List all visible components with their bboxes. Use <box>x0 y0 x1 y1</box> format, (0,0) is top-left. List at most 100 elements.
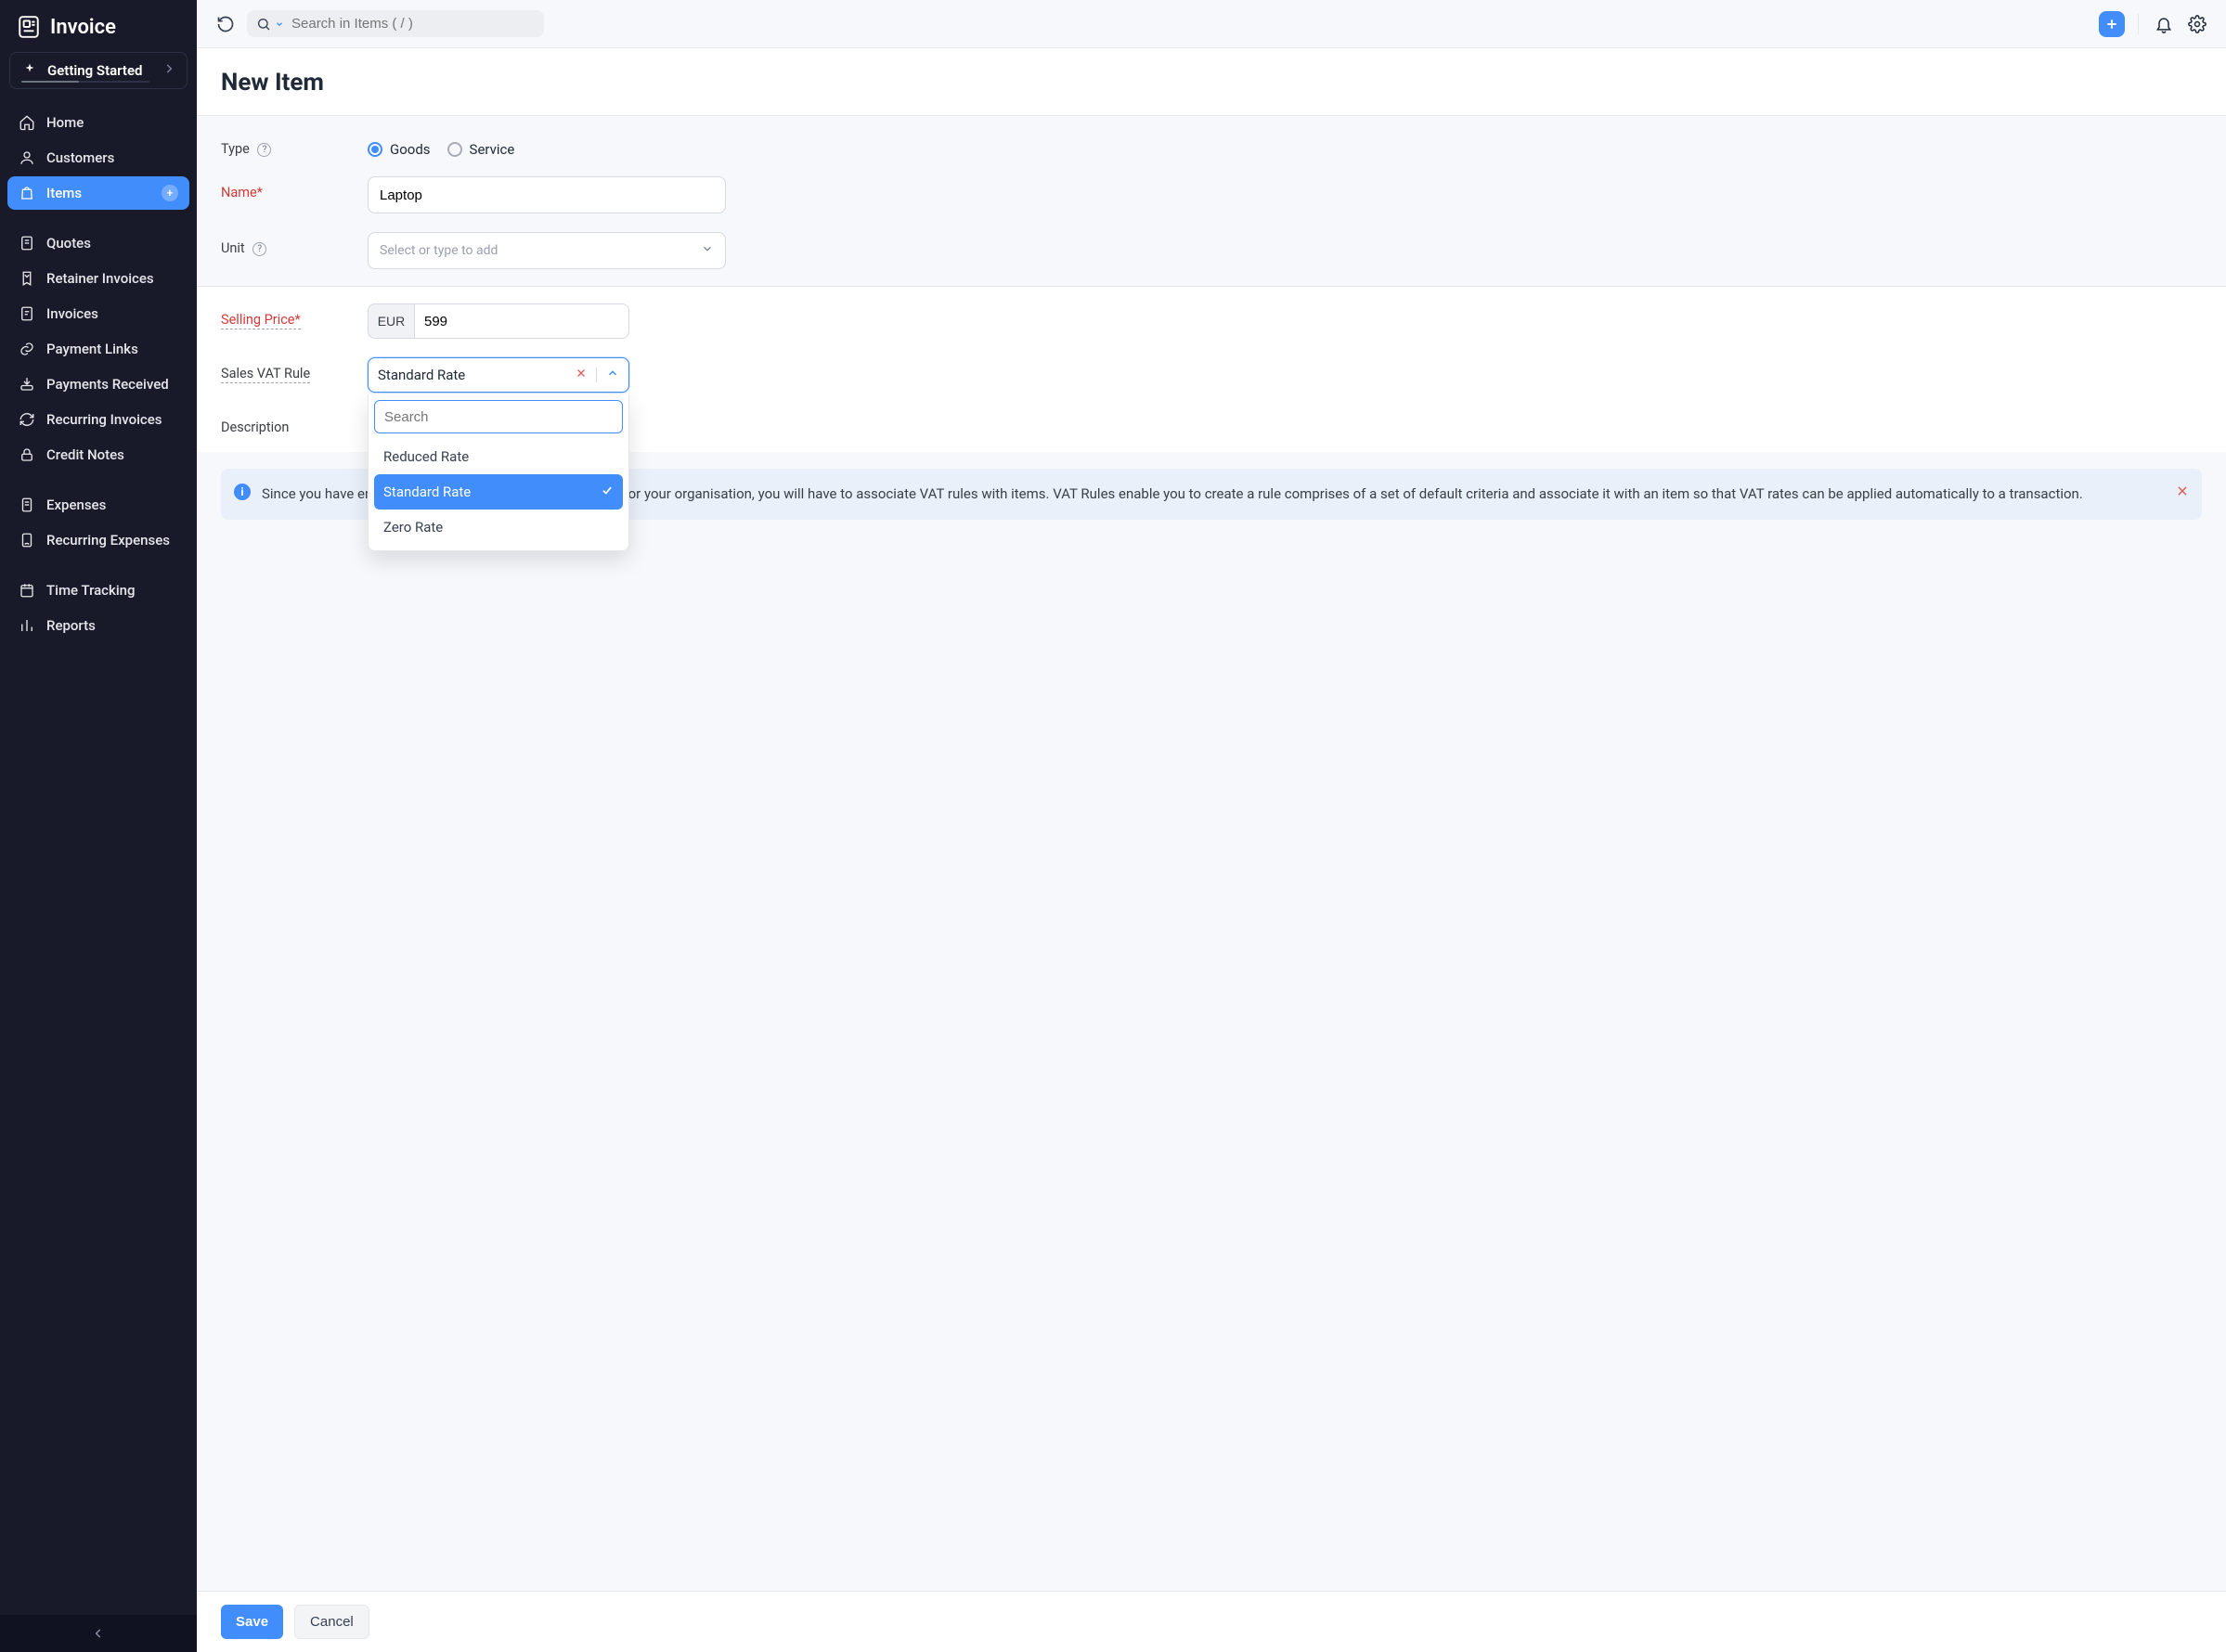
vat-option-reduced[interactable]: Reduced Rate <box>374 439 623 474</box>
sidebar-item-customers[interactable]: Customers <box>7 141 189 174</box>
getting-started-label: Getting Started <box>47 62 142 79</box>
sidebar-item-label: Items <box>46 185 82 201</box>
sidebar-item-label: Recurring Invoices <box>46 411 162 428</box>
document-icon <box>19 235 35 252</box>
type-label: Type <box>221 141 250 157</box>
sidebar: Invoice Getting Started Home Customers I… <box>0 0 197 1652</box>
gear-icon <box>2188 15 2207 33</box>
bell-icon <box>2155 15 2173 33</box>
type-goods-radio[interactable]: Goods <box>368 141 431 158</box>
help-icon[interactable]: ? <box>252 242 266 256</box>
bag-icon <box>19 185 35 201</box>
link-icon <box>19 341 35 357</box>
sidebar-item-reports[interactable]: Reports <box>7 609 189 642</box>
sidebar-item-label: Expenses <box>46 497 106 513</box>
sidebar-item-label: Quotes <box>46 235 91 252</box>
retainer-icon <box>19 270 35 287</box>
refresh-button[interactable] <box>214 12 238 36</box>
unit-label: Unit <box>221 240 245 256</box>
close-icon <box>2176 484 2189 497</box>
unit-placeholder: Select or type to add <box>380 243 498 258</box>
sidebar-item-invoices[interactable]: Invoices <box>7 297 189 330</box>
sidebar-item-time-tracking[interactable]: Time Tracking <box>7 574 189 607</box>
plus-icon <box>2104 17 2119 32</box>
sidebar-item-items[interactable]: Items + <box>7 176 189 210</box>
chevron-down-icon <box>701 242 714 259</box>
cancel-button[interactable]: Cancel <box>294 1605 369 1639</box>
vat-option-standard[interactable]: Standard Rate <box>374 474 623 510</box>
vat-clear-button[interactable] <box>566 368 597 382</box>
save-button[interactable]: Save <box>221 1605 283 1639</box>
add-item-icon[interactable]: + <box>162 185 178 201</box>
receipt-icon <box>19 497 35 513</box>
chevron-up-icon <box>606 367 619 380</box>
getting-started-progress <box>21 81 149 84</box>
sidebar-item-label: Recurring Expenses <box>46 532 170 549</box>
vat-option-zero[interactable]: Zero Rate <box>374 510 623 545</box>
name-label: Name* <box>221 185 263 200</box>
search-input[interactable] <box>291 16 535 32</box>
page-header: New Item <box>197 48 2226 116</box>
search-icon <box>256 17 271 32</box>
page-title: New Item <box>221 69 2202 97</box>
brand: Invoice <box>0 0 197 52</box>
vat-dropdown: Reduced Rate Standard Rate Zero Rate <box>368 394 629 551</box>
sidebar-item-label: Time Tracking <box>46 582 136 599</box>
footer: Save Cancel <box>197 1591 2226 1652</box>
recurring-expense-icon <box>19 532 35 549</box>
sidebar-item-home[interactable]: Home <box>7 106 189 139</box>
description-label: Description <box>221 419 289 435</box>
sidebar-item-payments-received[interactable]: Payments Received <box>7 368 189 401</box>
brand-title: Invoice <box>50 16 116 39</box>
refresh-icon <box>216 15 235 33</box>
sidebar-item-label: Payment Links <box>46 341 138 357</box>
sidebar-item-expenses[interactable]: Expenses <box>7 488 189 522</box>
banner-close-button[interactable] <box>2176 480 2189 506</box>
person-icon <box>19 149 35 166</box>
settings-button[interactable] <box>2185 12 2209 36</box>
option-label: Standard Rate <box>383 484 471 500</box>
vat-select[interactable]: Standard Rate <box>368 357 629 393</box>
search-scope-button[interactable] <box>256 17 284 32</box>
option-label: Zero Rate <box>383 519 443 536</box>
nav: Home Customers Items + Quotes Retainer I… <box>0 102 197 646</box>
lock-icon <box>19 446 35 463</box>
quick-create-button[interactable] <box>2099 11 2125 37</box>
help-icon[interactable]: ? <box>257 143 271 157</box>
invoice-icon <box>19 305 35 322</box>
chevron-right-icon <box>162 62 175 79</box>
sidebar-item-label: Invoices <box>46 305 98 322</box>
chevron-down-icon <box>275 19 284 29</box>
sidebar-item-label: Reports <box>46 617 96 634</box>
sidebar-item-label: Customers <box>46 149 114 166</box>
currency-field <box>368 303 414 339</box>
getting-started-card[interactable]: Getting Started <box>9 52 188 89</box>
vat-search-input[interactable] <box>374 400 623 433</box>
collapse-sidebar-button[interactable] <box>0 1615 197 1652</box>
sidebar-item-recurring-invoices[interactable]: Recurring Invoices <box>7 403 189 436</box>
info-icon: i <box>234 484 251 500</box>
vat-toggle-button[interactable] <box>597 367 619 383</box>
vat-label: Sales VAT Rule <box>221 366 310 383</box>
topbar <box>197 0 2226 48</box>
type-service-radio[interactable]: Service <box>447 141 515 158</box>
option-label: Reduced Rate <box>383 448 469 465</box>
price-input[interactable] <box>414 303 629 339</box>
sidebar-item-label: Retainer Invoices <box>46 270 154 287</box>
chevron-left-icon <box>92 1627 105 1640</box>
sidebar-item-quotes[interactable]: Quotes <box>7 226 189 260</box>
separator <box>2138 14 2139 34</box>
search-container[interactable] <box>247 10 544 37</box>
sparkle-icon <box>21 62 38 79</box>
chart-icon <box>19 617 35 634</box>
close-icon <box>576 368 587 379</box>
sidebar-item-payment-links[interactable]: Payment Links <box>7 332 189 366</box>
notifications-button[interactable] <box>2152 12 2176 36</box>
home-icon <box>19 114 35 131</box>
unit-select[interactable]: Select or type to add <box>368 232 726 269</box>
sidebar-item-retainer-invoices[interactable]: Retainer Invoices <box>7 262 189 295</box>
sidebar-item-credit-notes[interactable]: Credit Notes <box>7 438 189 471</box>
invoice-logo-icon <box>17 15 41 39</box>
sidebar-item-recurring-expenses[interactable]: Recurring Expenses <box>7 523 189 557</box>
name-input[interactable] <box>368 176 726 213</box>
